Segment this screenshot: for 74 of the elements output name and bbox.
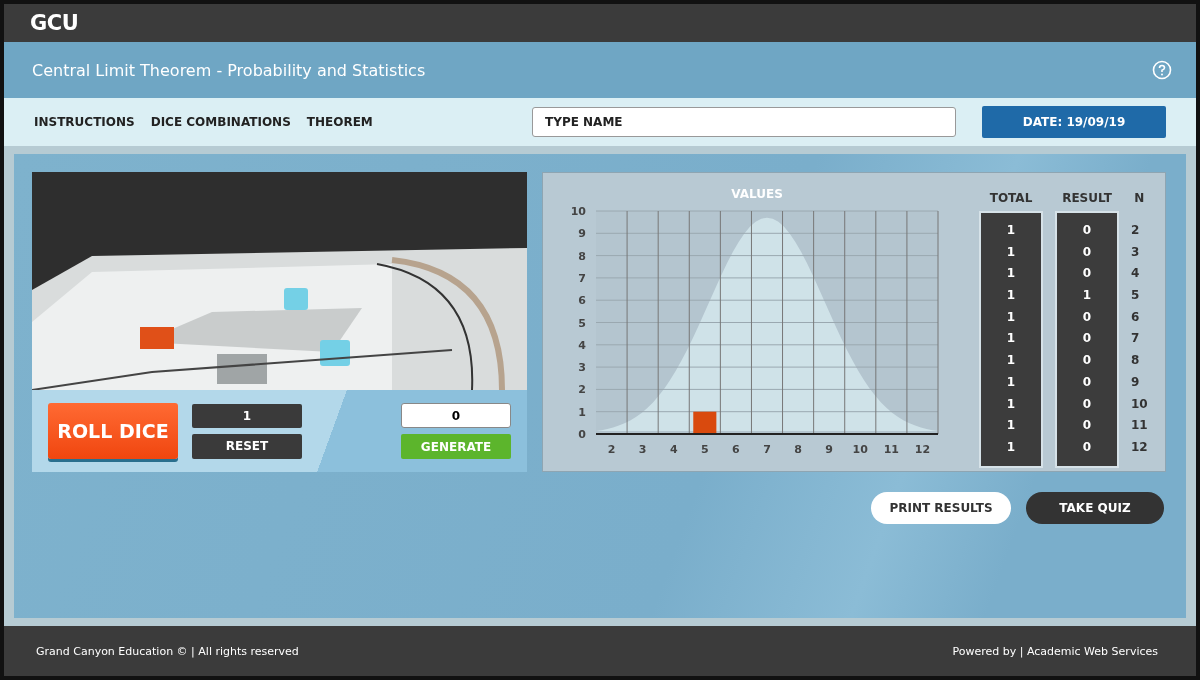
- table-cell-text: 7: [1131, 330, 1141, 348]
- x-tick-label: 7: [763, 443, 771, 456]
- y-tick-label: 8: [578, 249, 586, 263]
- table-cell-text: 1: [1005, 222, 1017, 239]
- y-tick-label: 6: [578, 294, 586, 308]
- table-cell-text: 0: [1081, 330, 1093, 348]
- date-button[interactable]: DATE: 19/09/19: [982, 106, 1166, 138]
- x-tick-label: 10: [852, 443, 868, 456]
- table-cell-text: 1: [1005, 373, 1017, 391]
- y-tick-label: 1: [578, 405, 586, 419]
- table-cell-text: 9: [1131, 373, 1141, 391]
- table-cell-text: 12: [1131, 438, 1148, 456]
- table-cell-text: 1: [1005, 287, 1017, 305]
- y-tick-label: 10: [570, 205, 586, 218]
- table-cell-text: 3: [1131, 243, 1141, 261]
- y-tick-label: 2: [578, 383, 586, 397]
- take-quiz-button[interactable]: TAKE QUIZ: [1026, 492, 1164, 524]
- table-cell-text: 11: [1131, 417, 1148, 435]
- x-tick-label: 2: [607, 443, 616, 456]
- x-tick-label: 8: [794, 443, 802, 456]
- y-tick-label: 4: [578, 338, 586, 352]
- y-tick-label: 5: [578, 316, 586, 330]
- generate-field[interactable]: 0: [401, 403, 511, 428]
- logo: GCU: [30, 11, 79, 35]
- table-cell-text: 0: [1081, 417, 1093, 435]
- table-cell-text: 0: [1081, 243, 1093, 261]
- table-cell-text: 0: [1081, 373, 1093, 391]
- x-tick-label: 5: [701, 443, 709, 456]
- table-cell-text: 0: [1081, 265, 1093, 283]
- table-cell-text: 2: [1131, 222, 1141, 239]
- nav-link[interactable]: INSTRUCTIONS: [34, 115, 135, 129]
- table-cell-text: 1: [1005, 265, 1017, 283]
- name-field[interactable]: TYPE NAME: [532, 107, 956, 137]
- chart-title: VALUES: [731, 187, 783, 201]
- table-cell-text: 1: [1005, 395, 1017, 413]
- table-cell-text: 1: [1081, 287, 1093, 305]
- table-cell-text: 0: [1081, 308, 1093, 326]
- table-cell-text: 1: [1005, 308, 1017, 326]
- table-cell-text: 0: [1081, 395, 1093, 413]
- y-tick-label: 3: [578, 361, 586, 375]
- table-cell-text: 0: [1081, 222, 1093, 239]
- table-cell-text: 1: [1005, 438, 1017, 456]
- x-tick-label: 11: [883, 443, 899, 456]
- copyright-text: Grand Canyon Education © | All rights reserved: [36, 644, 299, 658]
- table-cell-text: 8: [1131, 352, 1141, 370]
- powered-by-text: Powered by | Academic Web Services: [952, 644, 1158, 658]
- table-cell-text: 6: [1131, 308, 1141, 326]
- table-cell-text: 0: [1081, 438, 1093, 456]
- nav-link[interactable]: DICE COMBINATIONS: [150, 115, 291, 129]
- table-cell-text: 5: [1131, 287, 1141, 305]
- x-tick-label: 6: [732, 443, 740, 456]
- x-tick-label: 3: [638, 443, 647, 456]
- table-cell-text: 1: [1005, 330, 1017, 348]
- table-cell-text: 1: [1005, 243, 1017, 261]
- x-tick-label: 4: [669, 443, 678, 456]
- help-icon[interactable]: [1152, 60, 1172, 80]
- y-tick-label: 9: [578, 227, 586, 241]
- column-header: RESULT: [1062, 190, 1112, 207]
- roll-count: 1: [192, 403, 302, 428]
- table-cell-text: 0: [1081, 352, 1093, 370]
- column-header: TOTAL: [989, 190, 1033, 207]
- print-results-button[interactable]: PRINT RESULTS: [871, 492, 1011, 524]
- x-tick-label: 9: [825, 443, 833, 456]
- page-title: Central Limit Theorem - Probability and Statistics: [32, 60, 426, 80]
- x-tick-label: 12: [914, 443, 931, 456]
- table-cell-text: 4: [1131, 265, 1141, 283]
- table-cell-text: 1: [1005, 417, 1017, 435]
- table-cell-text: 10: [1131, 395, 1148, 413]
- table-cell-text: 1: [1005, 352, 1017, 370]
- reset-button[interactable]: RESET: [192, 433, 302, 459]
- y-tick-label: 0: [578, 428, 586, 441]
- nav-link[interactable]: THEOREM: [306, 115, 373, 129]
- column-header: N: [1134, 190, 1145, 207]
- y-tick-label: 7: [578, 271, 586, 285]
